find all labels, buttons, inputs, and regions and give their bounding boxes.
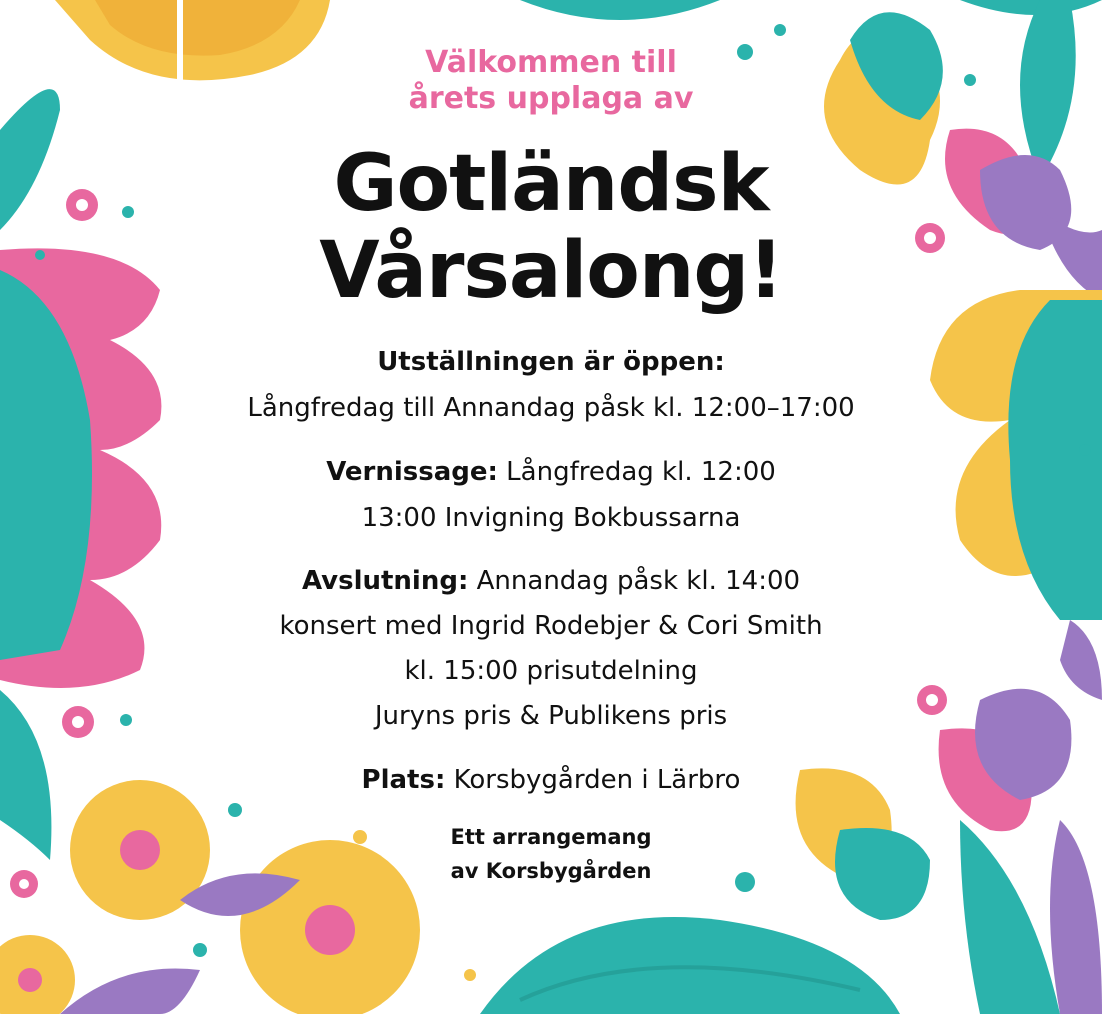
organizer-line-1: Ett arrangemang: [450, 825, 652, 849]
page-title-line-1: Gotländsk: [333, 139, 770, 229]
opening-heading: Utställningen är öppen:: [0, 347, 1102, 377]
leaf-icon: [960, 0, 1102, 15]
closing-time: Annandag påsk kl. 14:00: [476, 566, 801, 596]
place-label: Plats:: [361, 765, 446, 795]
place-line: Plats: Korsbygården i Lärbro: [0, 765, 1102, 795]
leaf-icon: [520, 0, 720, 20]
opening-hours: Långfredag till Annandag påsk kl. 12:00–…: [247, 393, 855, 423]
closing-label: Avslutning:: [301, 566, 469, 596]
vernissage-label: Vernissage:: [326, 457, 498, 487]
daisy-icon: [0, 935, 75, 1014]
closing-concert: konsert med Ingrid Rodebjer & Cori Smith: [279, 611, 823, 641]
organizer-line-2: av Korsbygården: [450, 859, 652, 883]
closing-awards: kl. 15:00 prisutdelning: [404, 656, 698, 686]
leaf-icon: [60, 968, 200, 1014]
closing-prizes: Juryns pris & Publikens pris: [374, 701, 728, 731]
vernissage-line: Vernissage: Långfredag kl. 12:00: [0, 457, 1102, 487]
intro-line-2: årets upplaga av: [408, 81, 694, 116]
vernissage-detail: 13:00 Invigning Bokbussarna: [361, 503, 741, 533]
closing-line: Avslutning: Annandag påsk kl. 14:00: [0, 566, 1102, 596]
place-value: Korsbygården i Lärbro: [453, 765, 741, 795]
page-title-line-2: Vårsalong!: [319, 226, 784, 316]
intro-line-1: Välkommen till: [425, 45, 677, 80]
opening-heading-text: Utställningen är öppen:: [377, 347, 725, 377]
vernissage-time: Långfredag kl. 12:00: [506, 457, 776, 487]
poster: Välkommen till årets upplaga av Gotländs…: [0, 0, 1102, 1014]
